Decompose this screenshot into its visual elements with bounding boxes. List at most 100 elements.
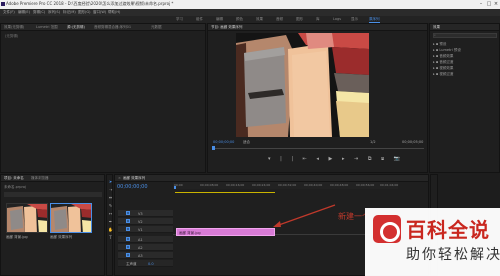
source-tab-row: 效果(无剪辑) Lumetri 范围 源:(无剪辑) 音频剪辑混合器:序列01 … <box>1 24 205 31</box>
effects-item-video-transitions[interactable]: ▸ ▪ 视频过渡 <box>433 71 461 77</box>
tab-lumetri-scopes[interactable]: Lumetri 范围 <box>36 25 58 30</box>
tab-source[interactable]: 源:(无剪辑) <box>67 25 85 30</box>
menu-file[interactable]: 文件(F) <box>3 10 15 15</box>
source-panel: 效果(无剪辑) Lumetri 范围 源:(无剪辑) 音频剪辑混合器:序列01 … <box>0 23 206 173</box>
timeline-tab-row: × 画廊 效果序列 <box>115 175 428 182</box>
resolution-dropdown[interactable]: 1/2 <box>370 140 376 144</box>
tab-sequence[interactable]: 画廊 效果序列 <box>123 176 145 181</box>
menu-help[interactable]: 帮助(H) <box>108 10 120 15</box>
workspace-assembly[interactable]: 组件 <box>196 17 203 22</box>
workspace-learn[interactable]: 学习 <box>176 17 183 22</box>
tab-project[interactable]: 项目: 未命名 <box>4 176 24 181</box>
track-label: V1 <box>138 227 143 232</box>
watermark-subtitle: 助你轻松解决 <box>406 247 500 263</box>
ruler-label: 00;00;56;00 <box>356 183 375 187</box>
master-label: 主声道 <box>126 261 137 266</box>
program-timecode-right: 00;00;05;00 <box>402 140 424 144</box>
ruler-label: 00;01;04;00 <box>380 183 399 187</box>
timeline-playhead[interactable] <box>174 186 176 189</box>
type-tool-icon[interactable]: T <box>108 234 113 242</box>
tool-icons: ➤ ⇢ ⇹ ✎ ↔ ✒ ✋ T <box>108 178 113 242</box>
workspace-audio[interactable]: 音频 <box>276 17 283 22</box>
minimize-button[interactable]: – <box>478 1 484 7</box>
track-target-toggle[interactable] <box>126 211 130 215</box>
program-scrub-bar[interactable] <box>212 148 424 149</box>
menu-sequence[interactable]: 序列(S) <box>48 10 60 15</box>
app-icon <box>1 2 5 6</box>
project-thumb-1-label: 画廊 背景.jpg <box>6 235 28 239</box>
workspace-color[interactable]: 颜色 <box>236 17 243 22</box>
track-select-tool-icon[interactable]: ⇢ <box>108 186 113 194</box>
project-path: 未命名.prproj <box>4 185 26 189</box>
tab-effects[interactable]: 效果 <box>433 25 440 30</box>
track-target-toggle[interactable] <box>126 219 130 223</box>
timeline-clip[interactable]: 画廊 背景.jpg <box>176 228 275 236</box>
pen-tool-icon[interactable]: ✒ <box>108 218 113 226</box>
effects-panel: 效果 ⌕ ▸ ▪ 预设 ▸ ▪ Lumetri 预设 ▸ ▪ 音频效果 ▸ ▪ … <box>429 23 500 173</box>
tab-program[interactable]: 节目: 画廊 效果序列 <box>211 25 242 30</box>
tab-effect-controls[interactable]: 效果(无剪辑) <box>4 25 24 30</box>
workspace-libraries[interactable]: 库 <box>316 17 320 22</box>
watermark-logo <box>373 215 401 243</box>
program-playhead[interactable] <box>212 146 215 150</box>
workspace-editing[interactable]: 编辑 <box>216 17 223 22</box>
project-search-input[interactable] <box>4 192 102 197</box>
workspace-logs[interactable]: Logs <box>333 17 341 21</box>
track-target-toggle[interactable] <box>126 227 130 231</box>
effects-tab-row: 效果 <box>430 24 499 31</box>
track-label: A3 <box>138 253 143 258</box>
tab-metadata[interactable]: 元数据 <box>151 25 162 30</box>
razor-tool-icon[interactable]: ✎ <box>108 202 113 210</box>
project-thumb-1[interactable] <box>6 203 48 233</box>
annotation-arrow <box>273 204 336 227</box>
menu-window[interactable]: 窗口(W) <box>93 10 106 15</box>
project-tab-row: 项目: 未命名 媒体浏览器 <box>1 175 104 182</box>
track-target-toggle[interactable] <box>126 245 130 249</box>
menu-marker[interactable]: 标记(M) <box>63 10 76 15</box>
program-timecode-left: 00;00;00;00 <box>213 140 235 144</box>
menu-graphics[interactable]: 图形(G) <box>78 10 90 15</box>
menu-edit[interactable]: 编辑(E) <box>18 10 30 15</box>
master-value[interactable]: 0.0 <box>148 262 154 266</box>
window-title: Adobe Premiere Pro CC 2018 - D:\百度经验\202… <box>6 1 174 6</box>
clip-label: 画廊 背景.jpg <box>179 230 201 235</box>
slip-tool-icon[interactable]: ↔ <box>108 210 113 218</box>
workspace-graphics[interactable]: 图形 <box>296 17 303 22</box>
track-header-a2: A2 <box>118 244 173 251</box>
tools-panel: ➤ ⇢ ⇹ ✎ ↔ ✒ ✋ T <box>106 174 113 276</box>
track-header-a3: A3 <box>118 252 173 259</box>
timeline-timecode[interactable]: 00;00;00;00 <box>117 184 148 190</box>
tab-media-browser[interactable]: 媒体浏览器 <box>31 176 49 181</box>
track-target-toggle[interactable] <box>126 253 130 257</box>
track-header-v1: V1 <box>118 226 173 233</box>
ruler-label: 00;00;32;00 <box>278 183 297 187</box>
workspace-effects[interactable]: 效果 <box>256 17 263 22</box>
fit-dropdown[interactable]: 适合 <box>243 140 250 145</box>
transport-buttons[interactable]: ▾ | | ⇤ ◂ ▶ ▸ ⇥ ⧉ ⧈ 📷 <box>268 156 404 162</box>
program-tab-row: 节目: 画廊 效果序列 <box>208 24 427 31</box>
workspace-display[interactable]: 显示 <box>351 17 358 22</box>
ruler-label: 00;00;08;00 <box>200 183 219 187</box>
track-header-a1: A1 <box>118 236 173 243</box>
video-content <box>236 33 369 137</box>
track-header-v3: V3 <box>118 210 173 217</box>
search-icon: ⌕ <box>434 33 436 37</box>
timeline-close-icon[interactable]: × <box>118 176 121 180</box>
thumb-image-1 <box>7 204 47 232</box>
close-button[interactable]: × <box>493 1 499 7</box>
program-video-frame <box>236 33 369 137</box>
ripple-edit-tool-icon[interactable]: ⇹ <box>108 194 113 202</box>
title-bar: Adobe Premiere Pro CC 2018 - D:\百度经验\202… <box>0 0 500 9</box>
thumb-image-2 <box>51 204 91 232</box>
selection-tool-icon[interactable]: ➤ <box>108 178 113 186</box>
project-thumb-2[interactable] <box>50 203 92 233</box>
work-area-bar[interactable] <box>175 192 275 193</box>
menu-clip[interactable]: 剪辑(C) <box>33 10 45 15</box>
watermark-title: 百科全说 <box>406 218 490 242</box>
hand-tool-icon[interactable]: ✋ <box>108 226 113 234</box>
track-target-toggle[interactable] <box>126 237 130 241</box>
ruler-label: 00;00;40;00 <box>304 183 323 187</box>
tab-audio-mixer[interactable]: 音频剪辑混合器:序列01 <box>94 25 131 30</box>
effects-search-input[interactable] <box>433 33 497 38</box>
maximize-button[interactable]: □ <box>486 1 492 7</box>
